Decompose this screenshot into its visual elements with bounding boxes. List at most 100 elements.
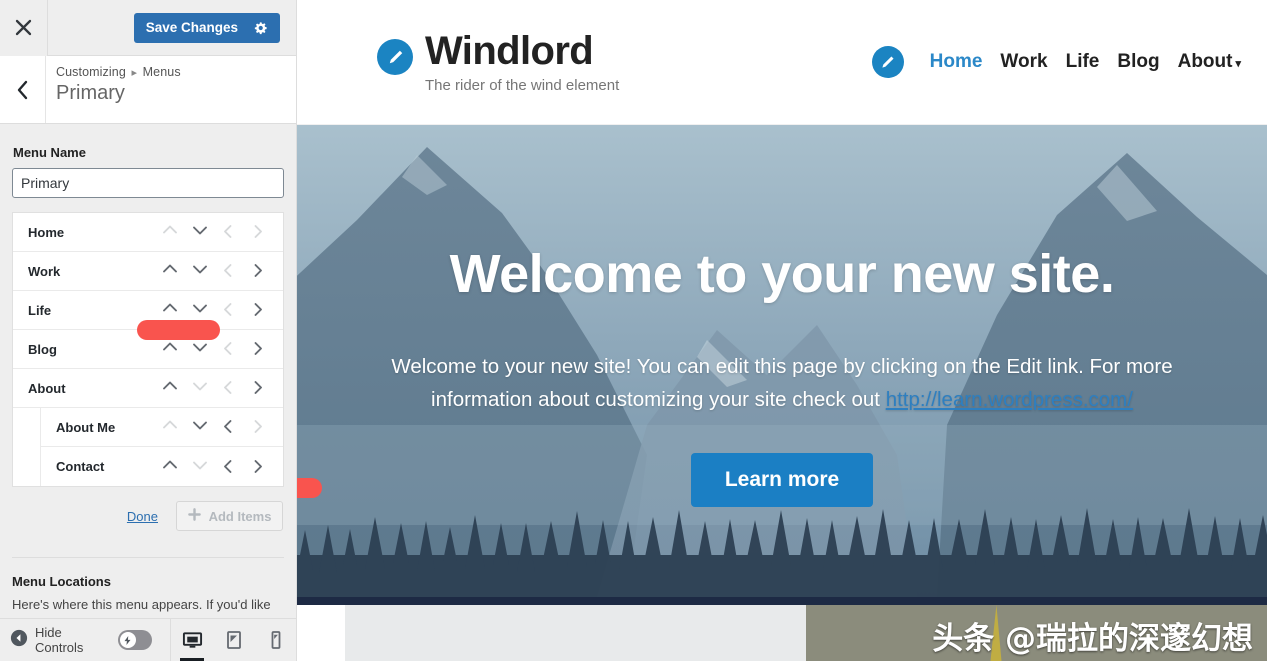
move-right-button[interactable] bbox=[245, 293, 275, 327]
move-right-button[interactable] bbox=[245, 332, 275, 366]
device-mobile-button[interactable] bbox=[255, 619, 296, 661]
site-branding[interactable]: Windlord The rider of the wind element bbox=[377, 31, 619, 93]
menu-item-list: Home Work Life Blog About About Me Contact bbox=[12, 212, 284, 487]
menu-item-actions bbox=[155, 254, 283, 288]
move-right-button bbox=[245, 215, 275, 249]
pencil-circle-icon bbox=[377, 39, 413, 75]
move-down-button[interactable] bbox=[185, 215, 215, 249]
hero-description-link[interactable]: http://learn.wordpress.com/ bbox=[886, 388, 1133, 411]
breadcrumb-root: Customizing bbox=[56, 65, 126, 79]
section-titles: Customizing ▸ Menus Primary bbox=[46, 56, 296, 123]
learn-more-button[interactable]: Learn more bbox=[690, 452, 874, 507]
breadcrumb: Customizing ▸ Menus bbox=[56, 65, 296, 79]
menu-item-row[interactable]: About bbox=[13, 369, 283, 408]
save-changes-button[interactable]: Save Changes bbox=[133, 12, 280, 43]
nav-item-about[interactable]: About ▾ bbox=[1178, 51, 1241, 73]
site-header: Windlord The rider of the wind element H… bbox=[297, 0, 1267, 125]
device-tablet-button[interactable] bbox=[213, 619, 255, 661]
menu-item-label: About bbox=[28, 380, 66, 396]
move-up-button bbox=[155, 410, 185, 444]
menu-locations-heading: Menu Locations bbox=[12, 574, 111, 589]
move-left-button[interactable] bbox=[215, 410, 245, 444]
move-up-button bbox=[155, 215, 185, 249]
breadcrumb-current: Menus bbox=[142, 65, 181, 79]
menu-item-label: Contact bbox=[56, 459, 105, 474]
device-switcher bbox=[170, 618, 296, 661]
menu-item-actions bbox=[155, 371, 283, 405]
move-left-button bbox=[215, 293, 245, 327]
move-up-button[interactable] bbox=[155, 254, 185, 288]
add-items-button[interactable]: Add Items bbox=[176, 501, 283, 531]
content-cards: 头条 @瑞拉的深邃幻想 bbox=[297, 605, 1267, 661]
nav-item-work[interactable]: Work bbox=[1000, 51, 1047, 73]
done-link[interactable]: Done bbox=[127, 509, 158, 524]
move-down-button bbox=[185, 371, 215, 405]
hero-title: Welcome to your new site. bbox=[449, 244, 1115, 304]
device-desktop-button[interactable] bbox=[171, 619, 213, 661]
move-right-button[interactable] bbox=[245, 450, 275, 484]
nav-pencil-circle-icon[interactable] bbox=[871, 46, 904, 78]
move-left-button bbox=[215, 215, 245, 249]
hide-controls-label: Hide Controls bbox=[35, 625, 84, 655]
annotation-mark-1 bbox=[137, 320, 220, 340]
menu-item-row[interactable]: Home bbox=[13, 213, 283, 252]
hero-description: Welcome to your new site! You can edit t… bbox=[367, 351, 1197, 417]
move-down-button[interactable] bbox=[185, 254, 215, 288]
site-brand-text: Windlord The rider of the wind element bbox=[425, 31, 619, 93]
section-header: Customizing ▸ Menus Primary bbox=[0, 56, 296, 124]
section-divider-strip bbox=[297, 597, 1267, 605]
preview-toggle[interactable] bbox=[117, 630, 152, 650]
move-left-button bbox=[215, 371, 245, 405]
move-down-button[interactable] bbox=[185, 410, 215, 444]
plus-icon bbox=[187, 508, 201, 524]
customizer-footer: Hide Controls bbox=[0, 618, 296, 661]
content-card-right[interactable]: 头条 @瑞拉的深邃幻想 bbox=[806, 605, 1267, 661]
content-card-left[interactable] bbox=[297, 605, 806, 661]
content-card-right-image: 头条 @瑞拉的深邃幻想 bbox=[806, 605, 1267, 661]
nav-item-life[interactable]: Life bbox=[1066, 51, 1100, 73]
add-items-label: Add Items bbox=[208, 508, 272, 524]
menu-item-row[interactable]: About Me bbox=[40, 408, 283, 447]
menu-item-actions bbox=[155, 410, 283, 444]
menu-item-row[interactable]: Contact bbox=[40, 447, 283, 486]
chevron-down-icon: ▾ bbox=[1235, 58, 1241, 70]
menu-item-label: Blog bbox=[28, 341, 57, 357]
close-icon[interactable] bbox=[0, 0, 48, 56]
collapse-left-icon bbox=[10, 629, 28, 652]
chevron-left-icon[interactable] bbox=[0, 56, 46, 123]
customizer-sidebar: Save Changes Customizing ▸ Menus Primary… bbox=[0, 0, 297, 661]
menu-item-label: Life bbox=[28, 302, 52, 318]
hide-controls-button[interactable]: Hide Controls bbox=[0, 625, 104, 655]
move-right-button bbox=[245, 410, 275, 444]
menu-name-input[interactable] bbox=[12, 168, 284, 198]
move-right-button[interactable] bbox=[245, 254, 275, 288]
menu-item-actions bbox=[155, 450, 283, 484]
menu-list-footer: Done Add Items bbox=[12, 501, 284, 531]
nav-item-home[interactable]: Home bbox=[930, 51, 983, 73]
move-left-button bbox=[215, 254, 245, 288]
content-card-left-image bbox=[345, 605, 806, 661]
move-left-button bbox=[215, 332, 245, 366]
site-preview: Windlord The rider of the wind element H… bbox=[297, 0, 1267, 661]
move-up-button[interactable] bbox=[155, 450, 185, 484]
gear-icon[interactable] bbox=[254, 21, 268, 35]
nav-item-blog[interactable]: Blog bbox=[1117, 51, 1159, 73]
customizer-topbar: Save Changes bbox=[0, 0, 296, 56]
customizer-screen: Save Changes Customizing ▸ Menus Primary… bbox=[0, 0, 1267, 661]
move-right-button[interactable] bbox=[245, 371, 275, 405]
move-down-button bbox=[185, 450, 215, 484]
breadcrumb-separator: ▸ bbox=[131, 67, 138, 79]
lightning-bolt-icon bbox=[119, 632, 136, 648]
page-title: Primary bbox=[56, 82, 125, 104]
move-left-button[interactable] bbox=[215, 450, 245, 484]
move-up-button[interactable] bbox=[155, 371, 185, 405]
watermark-text: 头条 @瑞拉的深邃幻想 bbox=[932, 621, 1253, 657]
customizer-body: Menu Name Home Work Life Blog About About Me C… bbox=[0, 125, 296, 661]
menu-item-label: Work bbox=[28, 263, 61, 279]
menu-item-label: About Me bbox=[56, 419, 116, 435]
primary-navigation: Home Work Life Blog About ▾ bbox=[871, 46, 1241, 78]
menu-name-label: Menu Name bbox=[13, 145, 86, 160]
site-title: Windlord bbox=[425, 29, 594, 73]
menu-item-row[interactable]: Work bbox=[13, 252, 283, 291]
hero-content: Welcome to your new site. Welcome to you… bbox=[297, 125, 1267, 507]
